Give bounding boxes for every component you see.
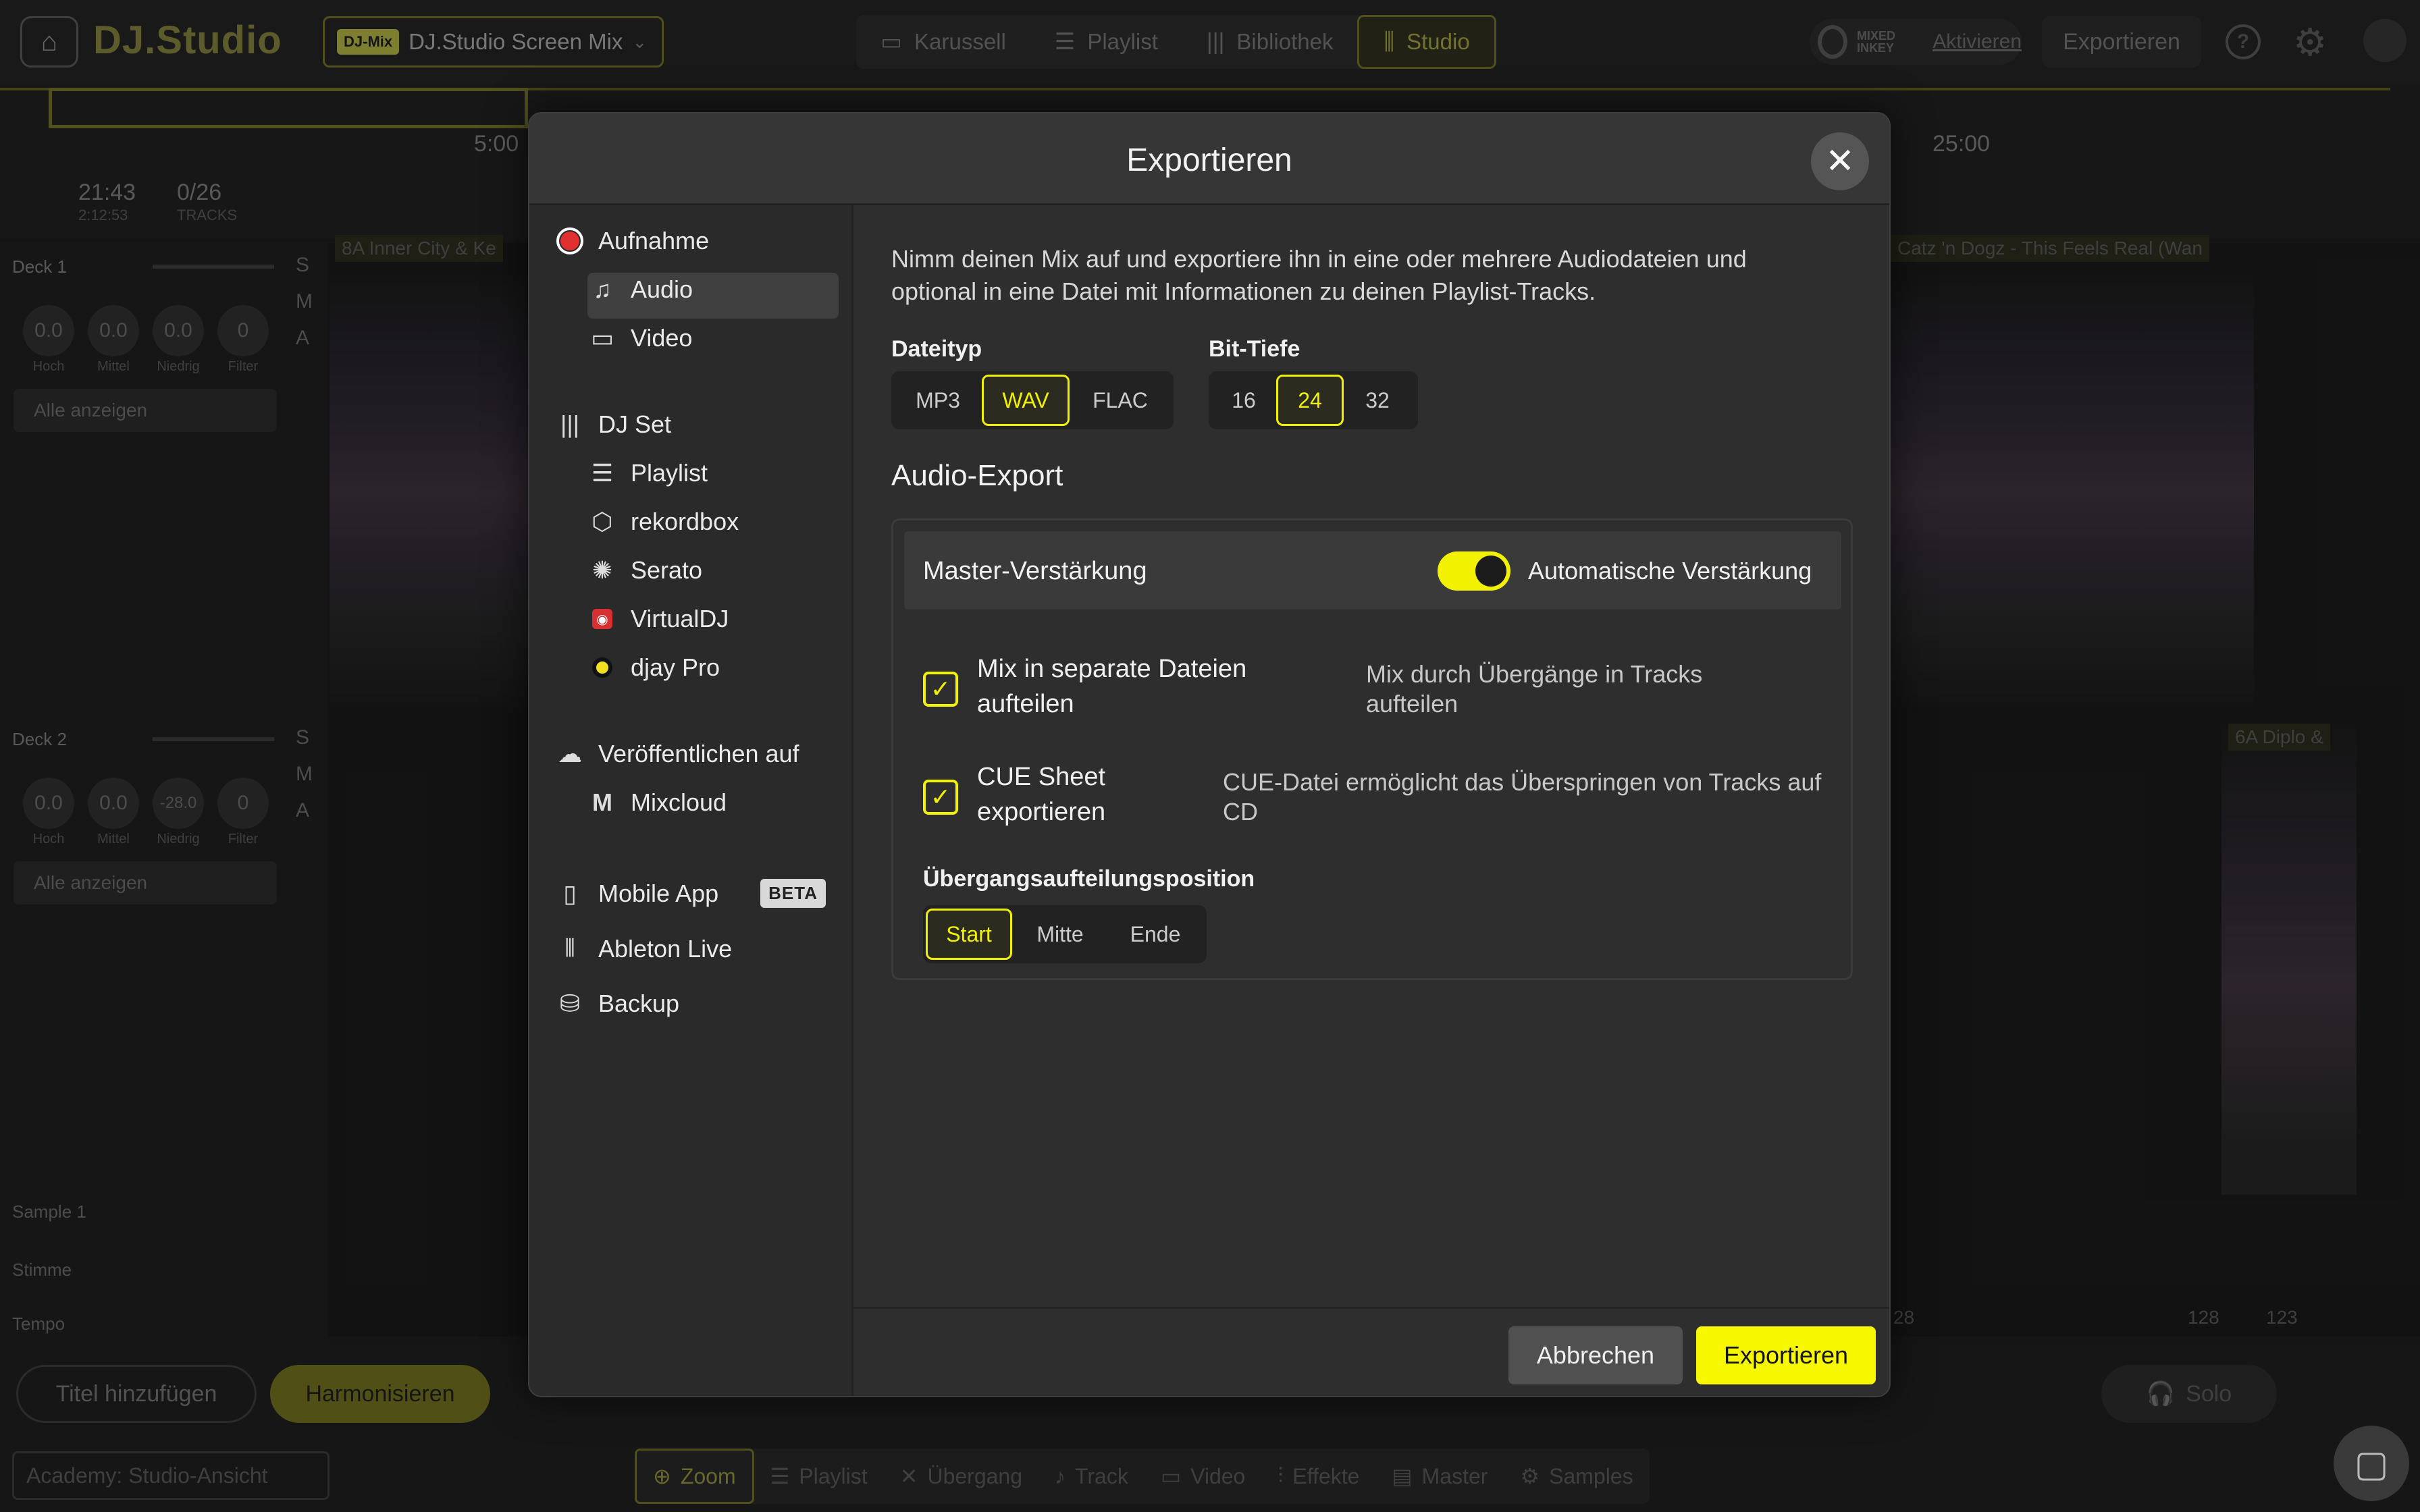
close-icon: ✕ [1825,142,1855,181]
modal-footer: Abbrechen Exportieren [853,1307,1889,1396]
sidebar-item-mobile[interactable]: ▯ Mobile App BETA [556,879,826,908]
audio-export-panel: Master-Verstärkung Automatische Verstärk… [891,518,1853,980]
sidebar-item-video[interactable]: ▭ Video [589,324,692,352]
sidebar-item-djay[interactable]: djay Pro [589,653,720,682]
sidebar-item-label: rekordbox [631,508,739,535]
sidebar-item-label: Playlist [631,459,708,487]
bitdepth-16[interactable]: 16 [1211,375,1276,426]
modal-title: Exportieren [1126,142,1292,178]
sidebar-item-label: Mobile App [598,879,719,907]
split-position-selector: Start Mitte Ende [923,905,1207,963]
split-files-description: Mix durch Übergänge in Tracks aufteilen [1366,660,1703,718]
sidebar-item-label: Ableton Live [598,934,733,963]
virtualdj-icon: ◉ [592,609,612,629]
djay-icon [592,657,612,678]
filetype-wav[interactable]: WAV [982,375,1070,426]
cloud-upload-icon: ☁ [558,740,582,767]
filetype-flac[interactable]: FLAC [1070,375,1171,426]
sidebar-item-serato[interactable]: ✺ Serato [589,556,702,585]
cue-sheet-description: CUE-Datei ermöglicht das Überspringen vo… [1223,768,1822,826]
bitdepth-32[interactable]: 32 [1344,375,1411,426]
phone-icon: ▯ [563,879,577,907]
sidebar-item-label: djay Pro [631,653,720,681]
sidebar-item-label: Video [631,324,693,352]
sidebar-item-playlist[interactable]: ☰ Playlist [589,459,708,487]
export-button[interactable]: Exportieren [1696,1326,1876,1384]
split-position-label: Übergangsaufteilungsposition [923,866,1255,892]
filetype-label: Dateityp [891,336,982,362]
sidebar-item-label: Mixcloud [631,788,727,816]
filetype-mp3[interactable]: MP3 [894,375,982,426]
sidebar-item-rekordbox[interactable]: ⬡ rekordbox [589,508,739,536]
sidebar-item-label: VirtualDJ [631,605,729,632]
bitdepth-selector: 16 24 32 [1209,371,1418,429]
sidebar-item-recording[interactable]: Aufnahme [556,227,709,255]
filetype-selector: MP3 WAV FLAC [891,371,1174,429]
split-files-label: Mix in separate Dateien aufteilen [977,655,1247,718]
sidebar-item-mixcloud[interactable]: M Mixcloud [589,788,727,817]
cancel-button[interactable]: Abbrechen [1508,1326,1683,1384]
export-content: Nimm deinen Mix auf und exportiere ihn i… [853,205,1889,1396]
record-icon [556,227,583,254]
sidebar-item-backup[interactable]: ⛁ Backup [556,990,679,1018]
mixcloud-icon: M [592,788,612,816]
split-files-checkbox[interactable]: ✓ [923,672,958,707]
sidebar-item-ableton[interactable]: ⦀ Ableton Live [556,934,732,963]
export-sidebar: Aufnahme ♫ Audio ▭ Video ||| DJ Set ☰ Pl… [529,205,853,1396]
sidebar-item-label: Serato [631,556,703,584]
serato-icon: ✺ [591,556,613,584]
beta-badge: BETA [760,879,826,908]
sidebar-item-label: DJ Set [598,410,672,438]
auto-gain-label: Automatische Verstärkung [1528,557,1812,585]
bitdepth-label: Bit-Tiefe [1209,336,1300,362]
master-gain-label: Master-Verstärkung [923,557,1147,585]
master-gain-row: Master-Verstärkung Automatische Verstärk… [904,531,1841,610]
sidebar-item-dj-set[interactable]: ||| DJ Set [556,410,671,439]
modal-header: Exportieren ✕ [529,113,1889,205]
ableton-icon: ⦀ [564,934,575,962]
video-camera-icon: ▭ [590,324,614,352]
library-icon: ||| [560,410,580,438]
cue-sheet-label: CUE Sheet exportieren [977,763,1106,826]
database-backup-icon: ⛁ [559,990,581,1017]
audio-export-title: Audio-Export [891,459,1063,492]
sidebar-item-label: Backup [598,990,680,1017]
close-button[interactable]: ✕ [1811,132,1869,190]
split-position-end[interactable]: Ende [1108,909,1203,960]
split-position-middle[interactable]: Mitte [1012,909,1108,960]
cue-sheet-checkbox[interactable]: ✓ [923,780,958,815]
intro-text: Nimm deinen Mix auf und exportiere ihn i… [891,245,1747,305]
sidebar-item-virtualdj[interactable]: ◉ VirtualDJ [589,605,729,633]
sidebar-item-label: Aufnahme [598,227,710,254]
chat-button[interactable]: ▢ [2334,1426,2409,1501]
playlist-icon: ☰ [591,459,614,487]
sidebar-item-audio[interactable]: ♫ Audio [589,275,693,304]
sidebar-item-label: Audio [631,275,693,303]
bitdepth-24[interactable]: 24 [1276,375,1344,426]
music-note-icon: ♫ [593,275,612,303]
auto-gain-toggle[interactable] [1438,551,1510,591]
sidebar-item-label: Veröffentlichen auf [598,740,799,767]
chat-icon: ▢ [2354,1443,2389,1484]
export-modal: Exportieren ✕ Aufnahme ♫ Audio ▭ Video |… [528,112,1891,1397]
sidebar-item-publish[interactable]: ☁ Veröffentlichen auf [556,740,799,768]
split-position-start[interactable]: Start [926,909,1012,960]
rekordbox-icon: ⬡ [591,508,613,535]
